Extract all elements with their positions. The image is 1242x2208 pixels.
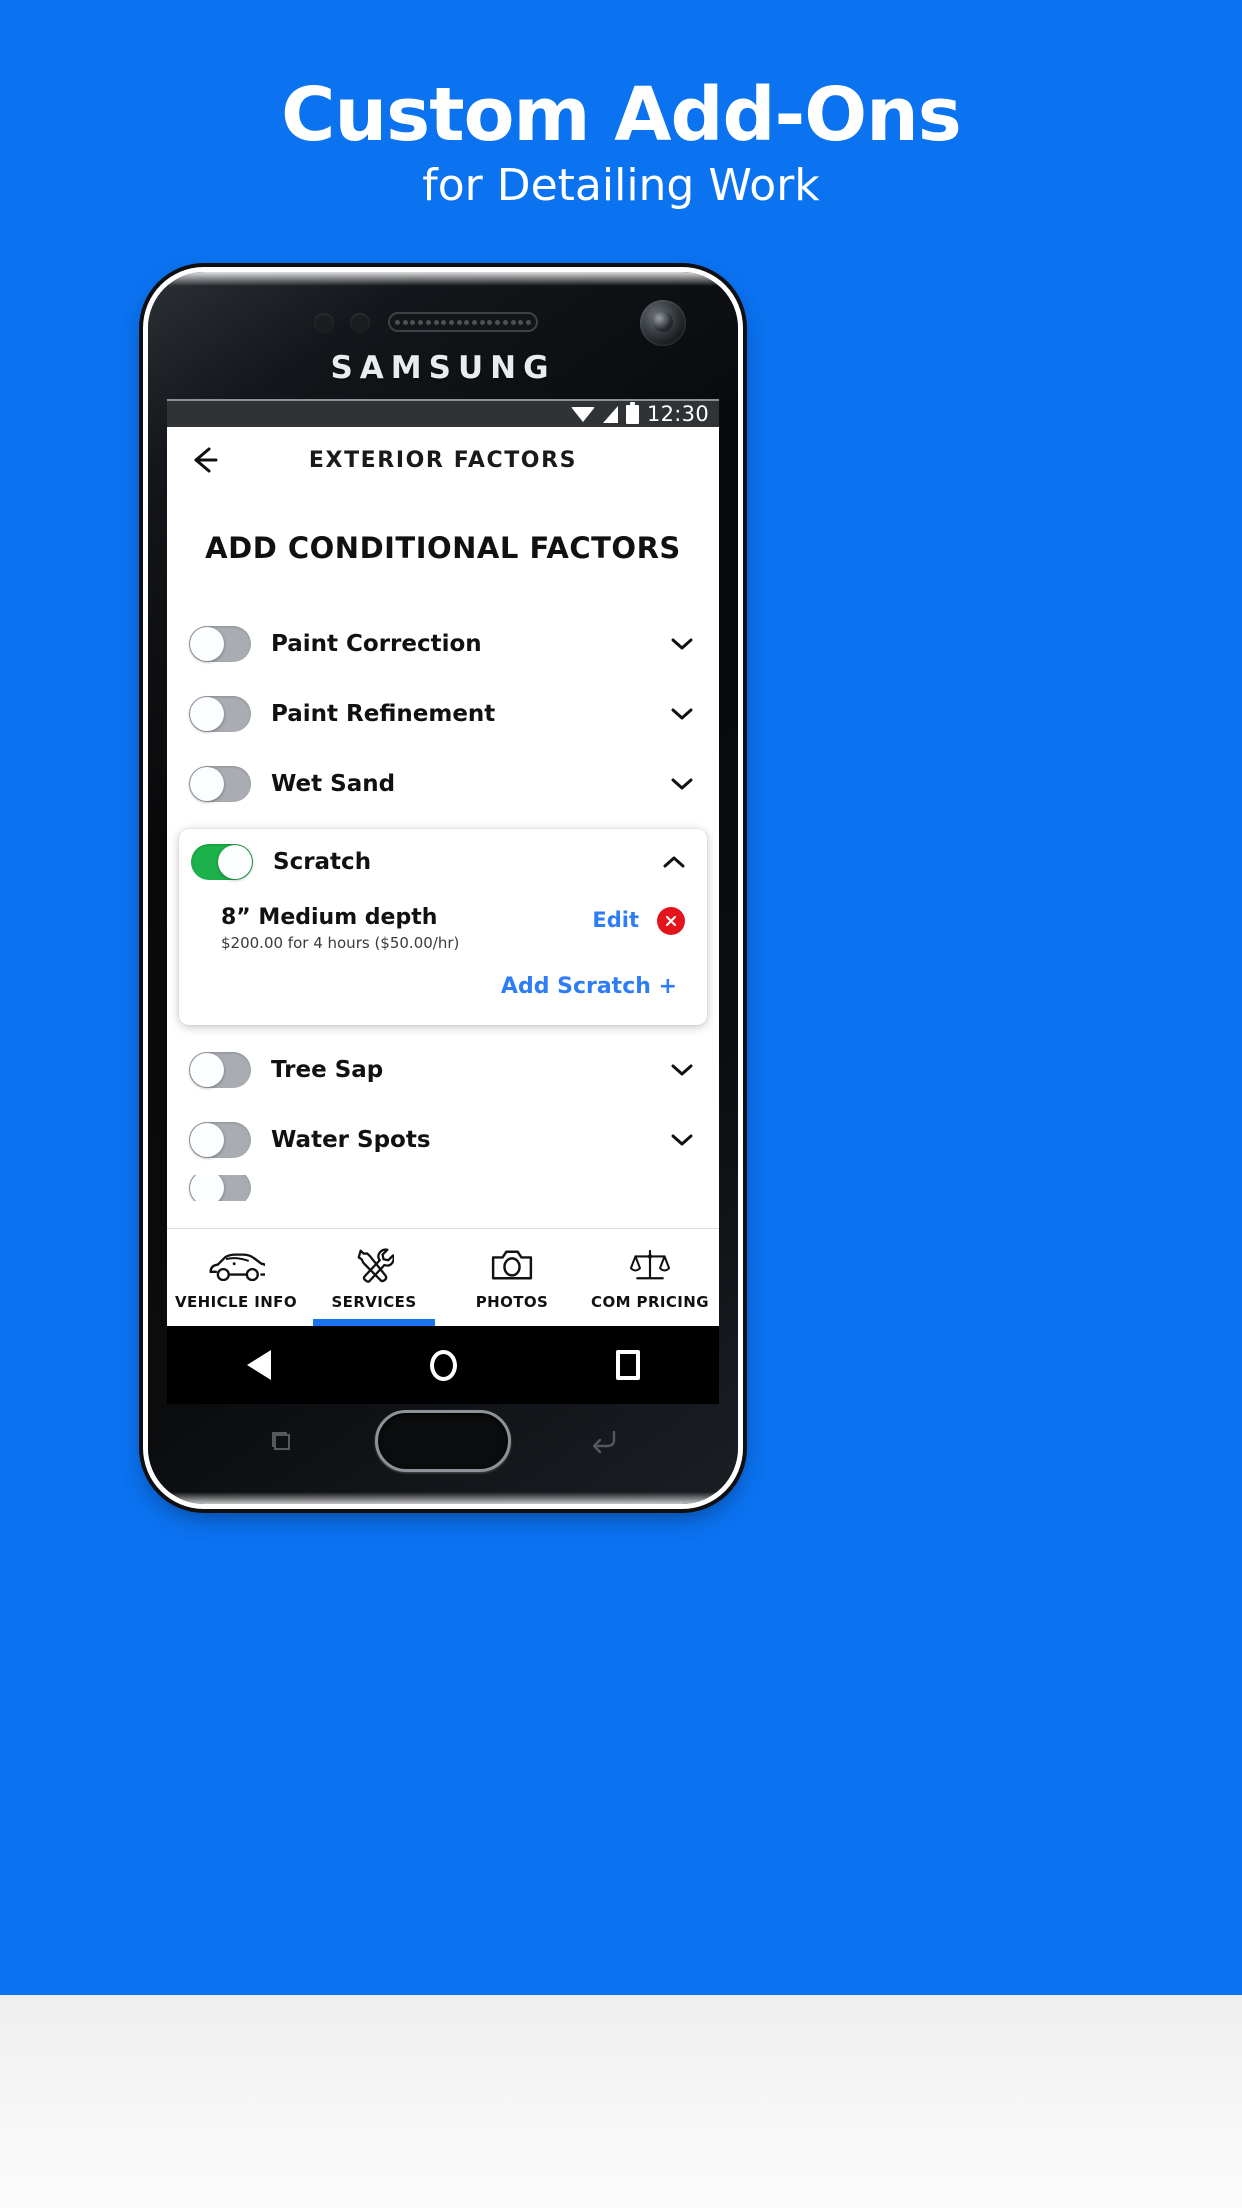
factor-label: Paint Refinement	[271, 701, 496, 727]
factor-label: Tree Sap	[271, 1057, 384, 1083]
scratch-item-price: $200.00 for 4 hours ($50.00/hr)	[221, 934, 460, 952]
tab-label: COM PRICING	[591, 1293, 709, 1311]
scratch-item-title: 8” Medium depth	[221, 905, 438, 930]
factor-row-tree-sap[interactable]: Tree Sap	[167, 1035, 719, 1105]
page-title: EXTERIOR FACTORS	[308, 447, 578, 473]
phone-bottom-gloss	[148, 1492, 738, 1504]
proximity-sensor-icon	[314, 313, 334, 333]
battery-icon	[625, 401, 639, 424]
toggle-scratch[interactable]	[191, 844, 253, 880]
factor-card-scratch: Scratch 8” Medium depth $200.00 for 4 ho…	[179, 829, 707, 1025]
chevron-down-icon[interactable]	[671, 1133, 693, 1147]
conditional-factors-list: Paint Correction Paint Refinement Wet Sa…	[167, 609, 719, 1201]
camera-icon	[491, 1244, 533, 1286]
chevron-down-icon[interactable]	[671, 637, 693, 651]
tab-vehicle-info[interactable]: VEHICLE INFO	[167, 1229, 305, 1326]
circle-home-icon[interactable]	[429, 1349, 457, 1381]
factor-label: Wet Sand	[271, 771, 396, 797]
device-brand-label: SAMSUNG	[330, 350, 556, 386]
scales-icon	[630, 1244, 670, 1286]
toggle-paint-refinement[interactable]	[189, 696, 251, 732]
promo-subheadline: for Detailing Work	[422, 160, 820, 211]
factor-label: Paint Correction	[271, 631, 482, 657]
status-bar-clock: 12:30	[646, 402, 709, 426]
home-button[interactable]	[375, 1410, 511, 1472]
edit-scratch-button[interactable]: Edit	[592, 908, 639, 932]
wifi-icon	[570, 406, 595, 422]
arrow-left-icon[interactable]	[189, 444, 221, 476]
factor-row-partial[interactable]	[167, 1175, 719, 1201]
chevron-up-icon[interactable]	[663, 855, 685, 869]
phone-screen: 12:30 EXTERIOR FACTORS ADD CONDITIONAL F…	[167, 399, 719, 1326]
promo-headline: Custom Add-Ons	[281, 72, 962, 158]
chevron-down-icon[interactable]	[671, 707, 693, 721]
chevron-down-icon[interactable]	[671, 777, 693, 791]
tab-services[interactable]: SERVICES	[305, 1229, 443, 1326]
car-icon	[207, 1244, 265, 1286]
section-title: ADD CONDITIONAL FACTORS	[205, 531, 681, 565]
scratch-item-texts: 8” Medium depth $200.00 for 4 hours ($50…	[221, 905, 592, 952]
bottom-tab-bar: VEHICLE INFO SERVICES PHOTOS COM PRICING	[167, 1228, 719, 1326]
factor-row-scratch[interactable]: Scratch	[179, 829, 707, 895]
front-camera-icon	[640, 300, 686, 346]
page-footer-background	[0, 1995, 1242, 2208]
factor-row-paint-refinement[interactable]: Paint Refinement	[167, 679, 719, 749]
toggle-partial[interactable]	[189, 1175, 251, 1201]
earpiece-speaker-icon	[388, 312, 538, 332]
tab-label: PHOTOS	[475, 1293, 549, 1311]
status-bar: 12:30	[167, 399, 719, 427]
chevron-down-icon[interactable]	[671, 1063, 693, 1077]
android-nav-bar	[167, 1326, 719, 1404]
tab-com-pricing[interactable]: COM PRICING	[581, 1229, 719, 1326]
toggle-water-spots[interactable]	[189, 1122, 251, 1158]
signal-icon	[602, 405, 618, 423]
factor-label: Water Spots	[271, 1127, 431, 1153]
phone-top-gloss	[148, 272, 738, 286]
toggle-tree-sap[interactable]	[189, 1052, 251, 1088]
tab-label: VEHICLE INFO	[175, 1293, 297, 1311]
tab-label: SERVICES	[331, 1293, 417, 1311]
triangle-back-icon[interactable]	[246, 1350, 271, 1380]
light-sensor-icon	[350, 313, 370, 333]
close-circle-icon[interactable]	[657, 907, 685, 935]
phone-device-frame: SAMSUNG 12:30 EXTERIOR FACTORS ADD CONDI…	[148, 272, 738, 1504]
factor-label: Scratch	[273, 849, 372, 875]
soft-back-icon[interactable]	[588, 1428, 618, 1454]
tab-photos[interactable]: PHOTOS	[443, 1229, 581, 1326]
soft-recents-icon[interactable]	[268, 1428, 294, 1454]
toggle-wet-sand[interactable]	[189, 766, 251, 802]
toggle-paint-correction[interactable]	[189, 626, 251, 662]
app-bar: EXTERIOR FACTORS	[167, 427, 719, 493]
tools-icon	[354, 1244, 394, 1286]
scratch-item-row: 8” Medium depth $200.00 for 4 hours ($50…	[179, 895, 707, 952]
add-scratch-button[interactable]: Add Scratch +	[179, 952, 707, 999]
square-recents-icon[interactable]	[615, 1350, 640, 1380]
factor-row-water-spots[interactable]: Water Spots	[167, 1105, 719, 1175]
factor-row-wet-sand[interactable]: Wet Sand	[167, 749, 719, 819]
factor-row-paint-correction[interactable]: Paint Correction	[167, 609, 719, 679]
